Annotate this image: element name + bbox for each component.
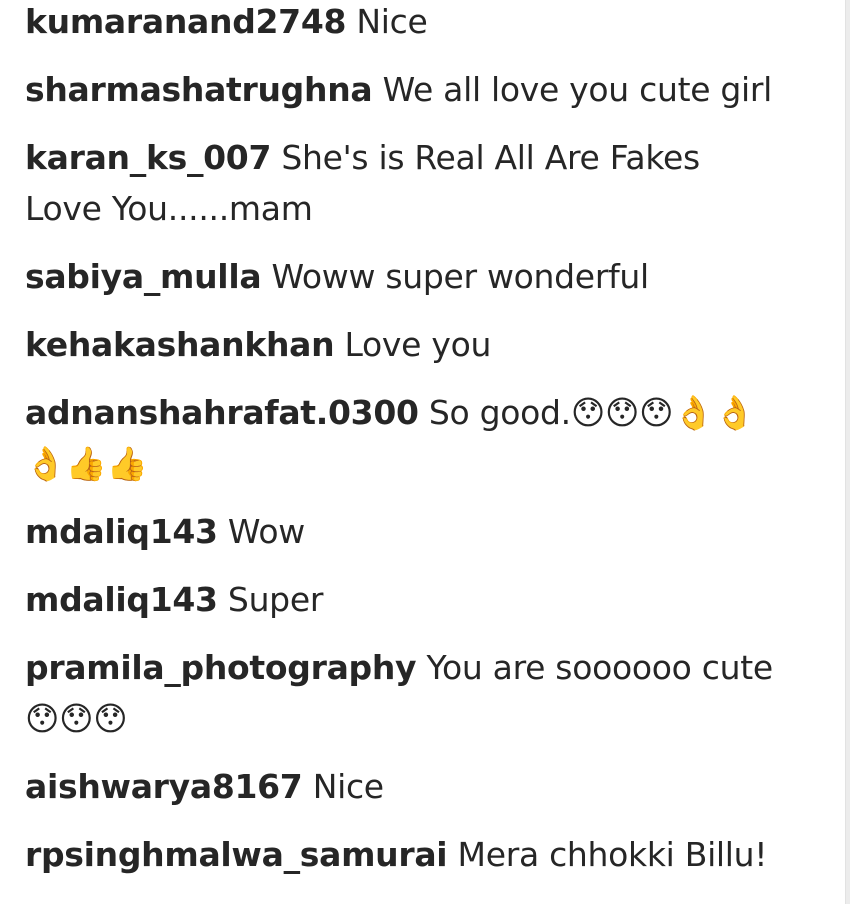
comment-text: We all love you cute girl	[382, 70, 773, 109]
comment-item: aishwarya8167 Nice	[25, 761, 785, 812]
comment-username[interactable]: mdaliq143	[25, 512, 218, 551]
comment-item: mdaliq143 Wow	[25, 506, 785, 557]
comment-list: kumaranand2748 Nice sharmashatrughna We …	[25, 0, 785, 897]
comment-item: mdaliq143 Super	[25, 574, 785, 625]
comment-text: Mera chhokki Billu!	[457, 835, 768, 874]
comment-username[interactable]: karan_ks_007	[25, 138, 271, 177]
comment-text: Wow	[227, 512, 305, 551]
comment-username[interactable]: kumaranand2748	[25, 2, 346, 41]
scrollbar-track[interactable]	[845, 0, 850, 904]
comment-item: sabiya_mulla Woww super wonderful	[25, 251, 785, 302]
comment-username[interactable]: kehakashankhan	[25, 325, 335, 364]
comment-text: Love you	[344, 325, 492, 364]
comment-item: adnanshahrafat.0300 So good.😯😯😯👌👌👌👍👍	[25, 387, 785, 489]
comment-username[interactable]: adnanshahrafat.0300	[25, 393, 419, 432]
comment-item: sharmashatrughna We all love you cute gi…	[25, 64, 785, 115]
comment-username[interactable]: sharmashatrughna	[25, 70, 373, 109]
comment-username[interactable]: pramila_photography	[25, 648, 417, 687]
comment-text: Nice	[312, 767, 384, 806]
comment-text: Nice	[356, 2, 428, 41]
comment-item: kumaranand2748 Nice	[25, 0, 785, 47]
comment-username[interactable]: mdaliq143	[25, 580, 218, 619]
comment-item: kehakashankhan Love you	[25, 319, 785, 370]
comment-item: pramila_photography You are soooooo cute…	[25, 642, 785, 744]
comment-item: rpsinghmalwa_samurai Mera chhokki Billu!	[25, 829, 785, 880]
comment-item: karan_ks_007 She's is Real All Are Fakes…	[25, 132, 785, 234]
comment-text: Super	[227, 580, 324, 619]
comment-username[interactable]: sabiya_mulla	[25, 257, 262, 296]
comment-username[interactable]: rpsinghmalwa_samurai	[25, 835, 448, 874]
comment-username[interactable]: aishwarya8167	[25, 767, 303, 806]
comment-text: Woww super wonderful	[271, 257, 650, 296]
